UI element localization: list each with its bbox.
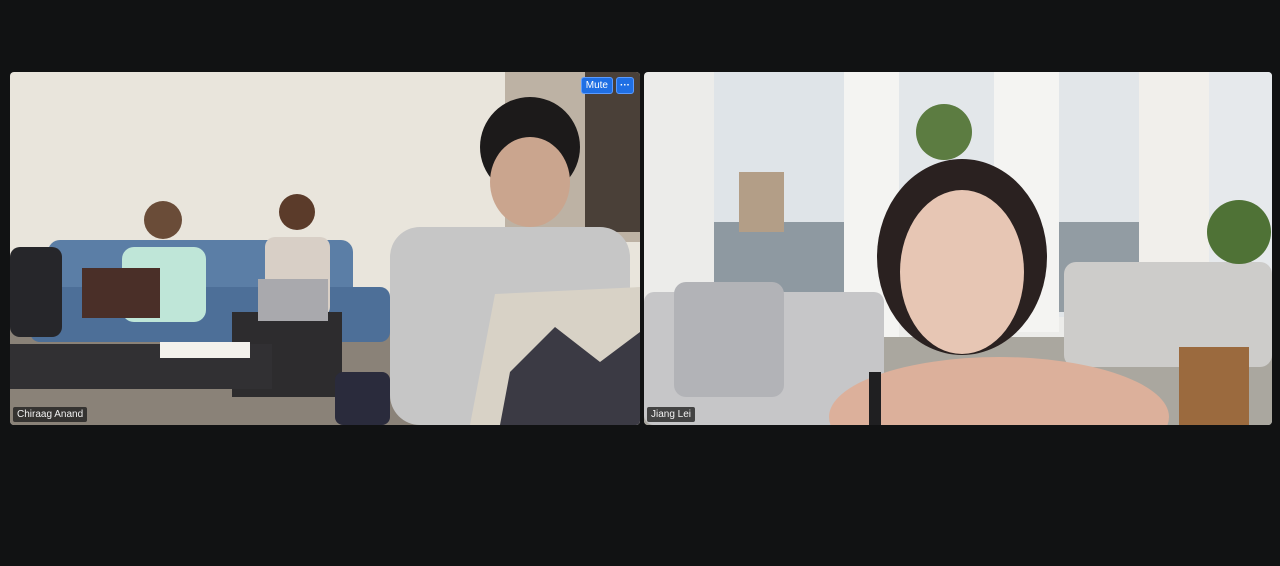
participant-name-label: Jiang Lei (647, 407, 696, 422)
participant-name-label: Chiraag Anand (13, 407, 88, 422)
participant-tile-jiang-lei[interactable]: Jiang Lei (644, 72, 1272, 425)
video-feed (644, 72, 1272, 425)
mute-button[interactable]: Mute (580, 77, 613, 94)
video-feed (10, 72, 640, 425)
more-options-icon[interactable]: ··· (616, 77, 634, 94)
participant-tile-chiraag-anand[interactable]: Mute ··· Chiraag Anand (10, 72, 640, 425)
